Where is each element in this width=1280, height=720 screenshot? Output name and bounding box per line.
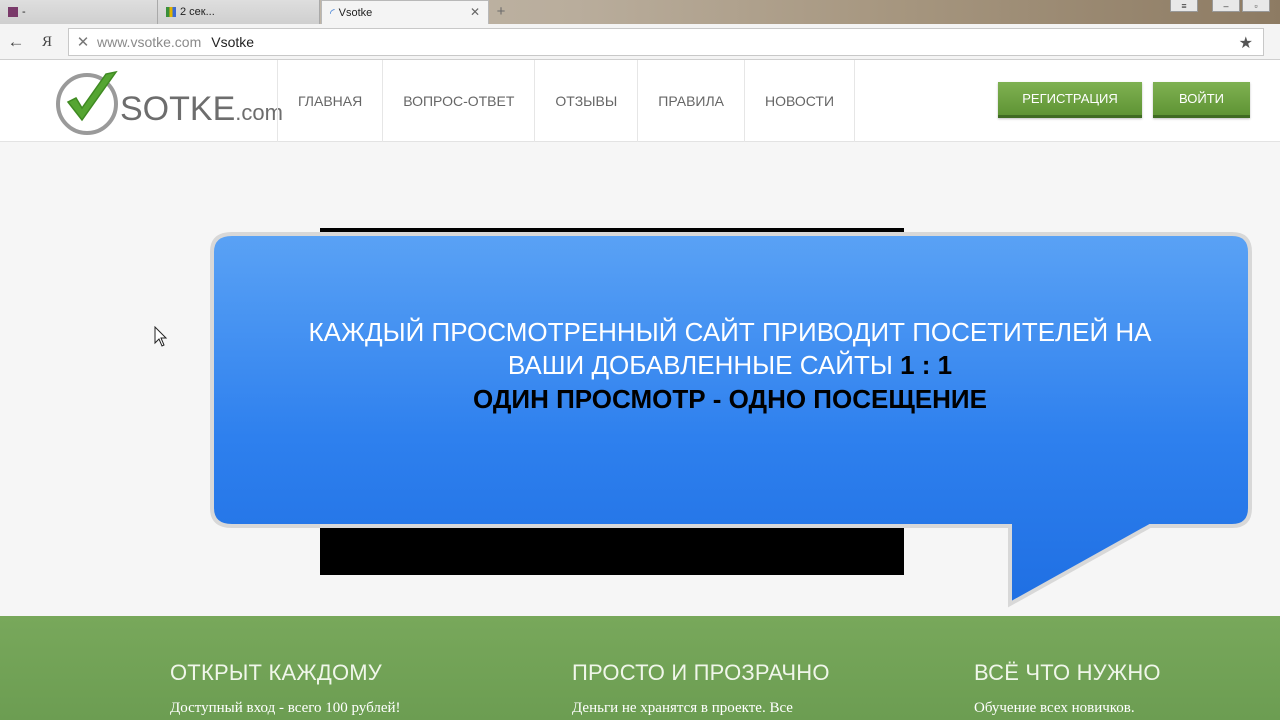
feature-title: ВСЁ ЧТО НУЖНО [974, 660, 1161, 685]
bubble-line-1: КАЖДЫЙ ПРОСМОТРЕННЫЙ САЙТ ПРИВОДИТ ПОСЕТ… [308, 317, 1152, 347]
feature-title: ПРОСТО И ПРОЗРАЧНО [572, 660, 830, 685]
feature-title: ОТКРЫТ КАЖДОМУ [170, 660, 382, 685]
feature-text: Деньги не хранятся в проекте. Все [572, 700, 793, 716]
feature-text: Обучение всех новичков. [974, 700, 1135, 716]
feature-text: Доступный вход - всего 100 рублей! [170, 700, 401, 716]
features-band: ОТКРЫТ КАЖДОМУ Доступный вход - всего 10… [0, 616, 1280, 720]
feature-open: ОТКРЫТ КАЖДОМУ Доступный вход - всего 10… [170, 660, 401, 717]
bubble-subline: ОДИН ПРОСМОТР - ОДНО ПОСЕЩЕНИЕ [473, 384, 987, 414]
bubble-line-2: ВАШИ ДОБАВЛЕННЫЕ САЙТЫ [507, 350, 893, 380]
feature-everything: ВСЁ ЧТО НУЖНО Обучение всех новичков. [974, 660, 1161, 717]
bubble-ratio: 1 : 1 [900, 350, 953, 380]
feature-simple: ПРОСТО И ПРОЗРАЧНО Деньги не хранятся в … [572, 660, 830, 717]
bubble-headline: КАЖДЫЙ ПРОСМОТРЕННЫЙ САЙТ ПРИВОДИТ ПОСЕТ… [220, 316, 1240, 382]
mouse-cursor-icon [154, 326, 168, 347]
